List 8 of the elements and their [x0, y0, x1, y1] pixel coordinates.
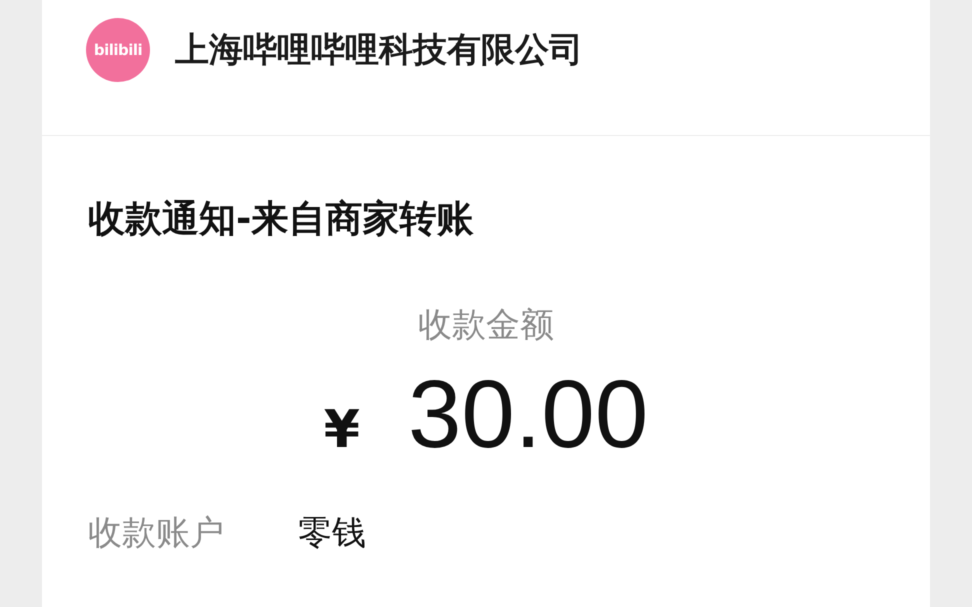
merchant-name: 上海哔哩哔哩科技有限公司 — [175, 29, 583, 72]
field-value: 零钱 — [298, 512, 366, 555]
amount-label: 收款金额 — [417, 304, 555, 347]
amount-value: 30.00 — [408, 360, 648, 470]
currency-symbol: ¥ — [324, 400, 360, 460]
field-label: 收款账户 — [88, 512, 225, 555]
logo: bilibili — [86, 18, 150, 82]
notice-title: 收款通知-来自商家转账 — [88, 196, 474, 242]
